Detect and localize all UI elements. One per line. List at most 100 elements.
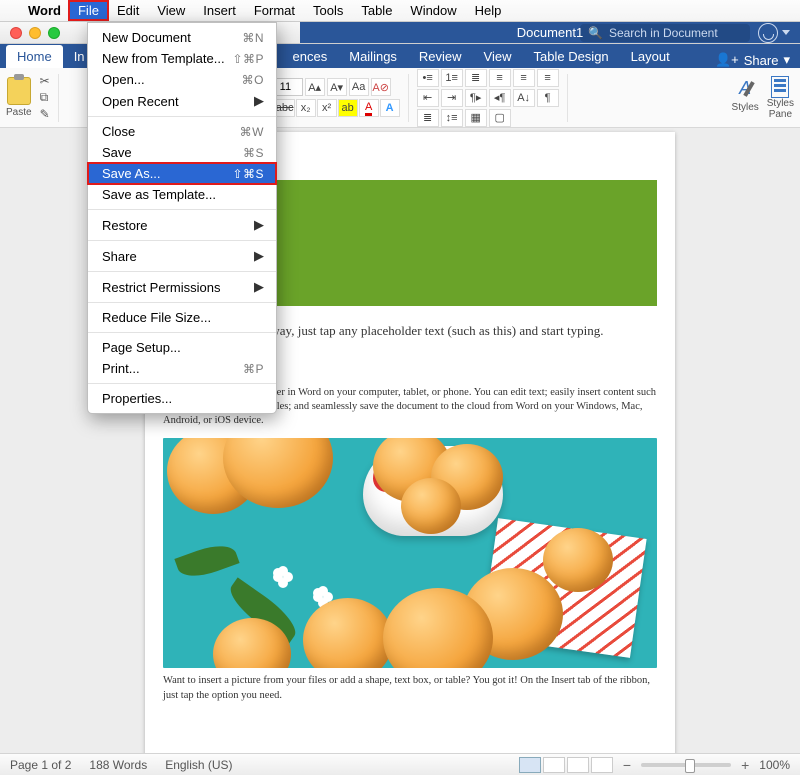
zoom-percent[interactable]: 100% xyxy=(759,758,790,772)
file-menu-item-page-setup[interactable]: Page Setup... xyxy=(88,337,276,358)
web-layout-view-button[interactable] xyxy=(543,757,565,773)
multilevel-button[interactable]: ≣ xyxy=(465,69,487,87)
page-indicator[interactable]: Page 1 of 2 xyxy=(10,758,71,772)
file-menu-item-restrict-permissions[interactable]: Restrict Permissions▶ xyxy=(88,276,276,298)
word-count[interactable]: 188 Words xyxy=(89,758,147,772)
outline-view-button[interactable] xyxy=(567,757,589,773)
share-button[interactable]: 👤+ Share ▾ xyxy=(715,52,790,68)
ltr-button[interactable]: ¶▸ xyxy=(465,89,487,107)
menu-format[interactable]: Format xyxy=(245,1,304,20)
strike-button[interactable]: abc xyxy=(275,99,295,117)
file-menu-item-save-as-template[interactable]: Save as Template... xyxy=(88,184,276,205)
styles-pane-label: Styles Pane xyxy=(767,98,794,120)
mac-menubar: Word File Edit View Insert Format Tools … xyxy=(0,0,800,22)
text-effects-button[interactable]: A xyxy=(380,99,400,117)
tab-home[interactable]: Home xyxy=(6,45,63,68)
file-menu-item-open[interactable]: Open...⌘O xyxy=(88,69,276,90)
draft-view-button[interactable] xyxy=(591,757,613,773)
align-left-button[interactable]: ≡ xyxy=(489,69,511,87)
paste-label: Paste xyxy=(6,107,32,118)
zoom-window-icon[interactable] xyxy=(48,27,60,39)
line-spacing-button[interactable]: ↕≡ xyxy=(441,109,463,127)
tab-mailings[interactable]: Mailings xyxy=(338,45,408,68)
align-center-button[interactable]: ≡ xyxy=(513,69,535,87)
feedback-smiley-icon[interactable] xyxy=(758,23,778,43)
feedback-dropdown-icon[interactable] xyxy=(782,30,790,35)
menu-table[interactable]: Table xyxy=(352,1,401,20)
clear-format-button[interactable]: A⊘ xyxy=(371,78,391,96)
file-menu-item-new-document[interactable]: New Document⌘N xyxy=(88,27,276,48)
justify-button[interactable]: ≣ xyxy=(417,109,439,127)
divider xyxy=(408,74,409,122)
zoom-out-button[interactable]: − xyxy=(623,757,631,773)
shading-button[interactable]: ▦ xyxy=(465,109,487,127)
tab-layout[interactable]: Layout xyxy=(620,45,681,68)
menu-item-shortcut: ⌘P xyxy=(243,362,264,376)
styles-button[interactable]: A Styles xyxy=(732,76,759,120)
menu-tools[interactable]: Tools xyxy=(304,1,352,20)
highlight-button[interactable]: ab xyxy=(338,99,358,117)
styles-pane-button[interactable]: Styles Pane xyxy=(767,76,794,120)
file-menu-item-restore[interactable]: Restore▶ xyxy=(88,214,276,236)
file-menu-item-save-as[interactable]: Save As...⇧⌘S xyxy=(88,163,276,184)
body-paragraph-2[interactable]: Want to insert a picture from your files… xyxy=(163,674,657,702)
change-case-button[interactable]: Aa xyxy=(349,78,369,96)
superscript-button[interactable]: x² xyxy=(317,99,337,117)
subscript-button[interactable]: x₂ xyxy=(296,99,316,117)
share-label: Share xyxy=(744,53,779,68)
search-icon: 🔍 xyxy=(588,26,603,40)
show-marks-button[interactable]: ¶ xyxy=(537,89,559,107)
file-menu-item-share[interactable]: Share▶ xyxy=(88,245,276,267)
submenu-arrow-icon: ▶ xyxy=(254,93,264,109)
menu-item-label: Open... xyxy=(102,72,145,87)
copy-icon[interactable]: ⧉ xyxy=(40,90,50,105)
file-menu-item-print[interactable]: Print... ⌘P xyxy=(88,358,276,379)
format-painter-icon[interactable]: ✎ xyxy=(40,107,50,121)
zoom-in-button[interactable]: + xyxy=(741,757,749,773)
file-menu-item-close[interactable]: Close⌘W xyxy=(88,121,276,142)
shrink-font-button[interactable]: A▾ xyxy=(327,78,347,96)
numbering-button[interactable]: 1≡ xyxy=(441,69,463,87)
menu-help[interactable]: Help xyxy=(466,1,511,20)
file-menu-item-new-from-template[interactable]: New from Template...⇧⌘P xyxy=(88,48,276,69)
font-color-button[interactable]: A xyxy=(359,99,379,117)
close-window-icon[interactable] xyxy=(10,27,22,39)
rtl-button[interactable]: ◂¶ xyxy=(489,89,511,107)
peach-decor xyxy=(543,528,613,592)
file-menu-item-save[interactable]: Save⌘S xyxy=(88,142,276,163)
paste-group: Paste xyxy=(6,77,32,118)
menu-view[interactable]: View xyxy=(148,1,194,20)
tab-review[interactable]: Review xyxy=(408,45,473,68)
sort-button[interactable]: A↓ xyxy=(513,89,535,107)
tab-table-design[interactable]: Table Design xyxy=(523,45,620,68)
grow-font-button[interactable]: A▴ xyxy=(305,78,325,96)
app-name[interactable]: Word xyxy=(20,3,69,18)
menu-item-label: Page Setup... xyxy=(102,340,181,355)
minimize-window-icon[interactable] xyxy=(29,27,41,39)
bullets-button[interactable]: •≡ xyxy=(417,69,439,87)
increase-indent-button[interactable]: ⇥ xyxy=(441,89,463,107)
file-menu-item-open-recent[interactable]: Open Recent▶ xyxy=(88,90,276,112)
borders-button[interactable]: ▢ xyxy=(489,109,511,127)
paste-icon[interactable] xyxy=(7,77,31,105)
submenu-arrow-icon: ▶ xyxy=(254,248,264,264)
print-layout-view-button[interactable] xyxy=(519,757,541,773)
file-menu-item-reduce-file-size[interactable]: Reduce File Size... xyxy=(88,307,276,328)
language-indicator[interactable]: English (US) xyxy=(165,758,232,772)
align-right-button[interactable]: ≡ xyxy=(537,69,559,87)
menu-edit[interactable]: Edit xyxy=(108,1,148,20)
menu-file[interactable]: File xyxy=(69,1,108,20)
menu-item-label: Print... xyxy=(102,361,140,376)
tab-view[interactable]: View xyxy=(473,45,523,68)
menu-insert[interactable]: Insert xyxy=(194,1,245,20)
search-input[interactable]: 🔍 Search in Document xyxy=(580,24,750,42)
menu-window[interactable]: Window xyxy=(401,1,465,20)
font-size-select[interactable]: 11 xyxy=(275,78,303,96)
decrease-indent-button[interactable]: ⇤ xyxy=(417,89,439,107)
content-image[interactable] xyxy=(163,438,657,668)
zoom-slider[interactable] xyxy=(641,763,731,767)
cut-icon[interactable]: ✂ xyxy=(40,74,50,88)
tab-references[interactable]: ences xyxy=(282,45,339,68)
file-menu-item-properties[interactable]: Properties... xyxy=(88,388,276,409)
chevron-down-icon: ▾ xyxy=(783,52,790,68)
